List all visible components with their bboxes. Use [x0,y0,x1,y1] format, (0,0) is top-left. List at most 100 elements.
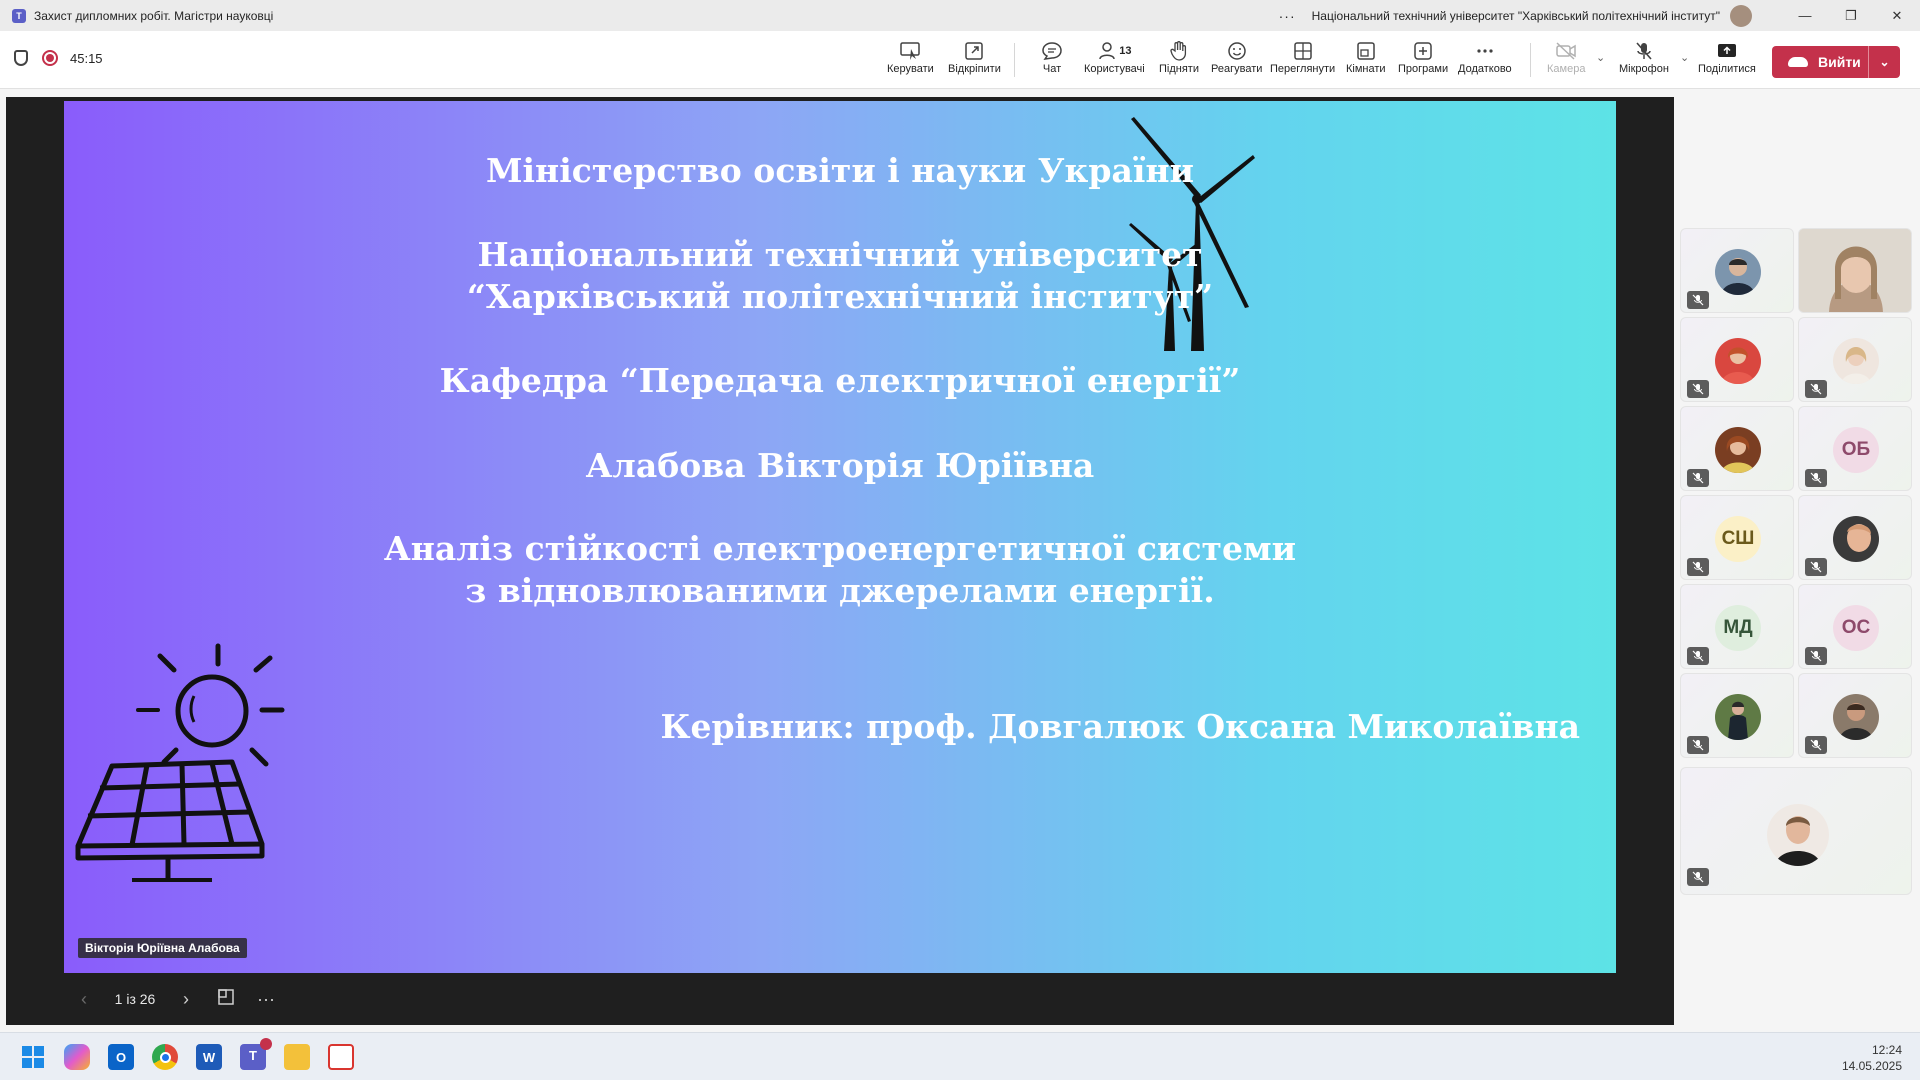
copilot-icon[interactable] [64,1044,90,1070]
slide-page-indicator: 1 із 26 [114,991,156,1007]
rooms-icon [1356,39,1376,63]
participant-avatar [1833,516,1879,562]
raise-hand-button[interactable]: Підняти [1159,39,1199,75]
slide-more-options-icon[interactable]: ··· [246,989,286,1010]
snipping-icon[interactable] [328,1044,354,1070]
phone-hangup-icon [1788,57,1808,67]
participant-tile[interactable] [1680,228,1794,313]
next-slide-icon[interactable]: › [166,989,206,1010]
view-button[interactable]: Переглянути [1270,39,1335,75]
muted-mic-icon [1805,380,1827,398]
muted-mic-icon [1805,647,1827,665]
leave-button[interactable]: Вийти ⌄ [1772,46,1900,78]
participant-avatar [1715,249,1761,295]
participant-initials: МД [1715,605,1761,651]
leave-options-chevron-icon[interactable]: ⌄ [1868,46,1900,78]
outlook-icon[interactable]: O [108,1044,134,1070]
participant-tile[interactable]: МД [1680,584,1794,669]
camera-options-chevron-icon[interactable]: ⌄ [1596,51,1605,64]
mic-options-chevron-icon[interactable]: ⌄ [1680,51,1689,64]
previous-slide-icon[interactable]: ‹ [64,989,104,1010]
system-clock[interactable]: 12:24 14.05.2025 [1842,1042,1902,1074]
slide-thesis-title-2: з відновлюваними джерелами енергії. [465,571,1215,610]
participant-video-tile[interactable] [1798,228,1912,313]
participant-avatar [1715,338,1761,384]
popout-button[interactable]: Відкріпити [948,39,1001,75]
participant-tile[interactable] [1798,317,1912,402]
share-icon [1716,39,1738,63]
chrome-icon[interactable] [152,1044,178,1070]
muted-mic-icon [1687,469,1709,487]
participant-initials: СШ [1715,516,1761,562]
more-icon [1475,39,1495,63]
shield-icon [14,50,28,66]
notification-badge [260,1038,272,1050]
chat-icon [1041,39,1063,63]
participant-tile[interactable] [1798,673,1912,758]
view-icon [1293,39,1313,63]
participant-tile[interactable]: ОС [1798,584,1912,669]
participant-avatar [1833,694,1879,740]
muted-mic-icon [1687,647,1709,665]
organization-name: Національний технічний університет "Харк… [1311,8,1720,23]
slide-institute: “Харківський політехнічний інститут” [466,277,1214,316]
more-button[interactable]: Додатково [1458,39,1512,75]
chat-button[interactable]: Чат [1041,39,1063,75]
solar-panel-icon [75,643,285,882]
explorer-icon[interactable] [284,1044,310,1070]
windows-taskbar: O W T 12:24 14.05.2025 [0,1032,1920,1080]
participant-avatar [1833,338,1879,384]
muted-mic-icon [1687,380,1709,398]
slide-ministry: Міністерство освіти і науки України [485,151,1195,190]
muted-mic-icon [1687,736,1709,754]
presentation-slide: Міністерство освіти і науки України Наці… [64,101,1616,973]
participant-avatar [1715,694,1761,740]
control-button[interactable]: Керувати [887,39,934,75]
account-avatar[interactable] [1730,4,1752,27]
meeting-timer: 45:15 [70,50,103,66]
camera-button[interactable]: Камера [1547,39,1585,75]
word-icon[interactable]: W [196,1044,222,1070]
participant-tile[interactable]: ОБ [1798,406,1912,491]
microphone-button[interactable]: Мікрофон [1619,39,1669,75]
slide-overview-icon[interactable] [206,988,246,1011]
restore-button[interactable]: ❐ [1828,0,1874,31]
people-button[interactable]: 13 Користувачі [1084,39,1145,75]
muted-mic-icon [1687,868,1709,886]
close-button[interactable]: ✕ [1874,0,1920,31]
camera-off-icon [1555,39,1577,63]
toolbar-divider [1014,43,1015,77]
raise-hand-icon [1169,39,1189,63]
more-options-icon[interactable]: ··· [1279,8,1296,24]
apps-button[interactable]: Програми [1398,39,1448,75]
slide-author: Алабова Вікторія Юріївна [585,446,1095,485]
muted-mic-icon [1805,558,1827,576]
react-icon [1227,39,1247,63]
participant-initials: ОБ [1833,427,1879,473]
share-screen-icon [899,39,921,63]
rooms-button[interactable]: Кімнати [1346,39,1386,75]
teams-icon[interactable]: T [240,1038,272,1070]
react-button[interactable]: Реагувати [1211,39,1262,75]
presenter-name-tag: Вікторія Юріївна Алабова [78,938,247,958]
slide-navigation: ‹ 1 із 26 › ··· [64,981,286,1017]
shared-content-stage: Міністерство освіти і науки України Наці… [6,97,1674,1025]
participant-count-badge: 13 [1119,45,1132,57]
slide-department: Кафедра “Передача електричної енергії” [439,361,1241,400]
muted-mic-icon [1805,736,1827,754]
participant-tile[interactable] [1680,317,1794,402]
teams-app-icon: T [12,8,26,23]
participant-tile[interactable] [1680,673,1794,758]
participant-tile-large[interactable] [1680,767,1912,895]
people-icon: 13 [1097,39,1131,63]
start-icon[interactable] [20,1044,46,1070]
meeting-toolbar: 45:15 Керувати Відкріпити Чат 13 Користу… [0,31,1920,89]
recording-icon [42,50,58,66]
participant-tile[interactable] [1798,495,1912,580]
participant-tile[interactable]: СШ [1680,495,1794,580]
slide-thesis-title-1: Аналіз стійкості електроенергетичної сис… [383,529,1297,568]
participant-video [1799,229,1911,312]
share-button[interactable]: Поділитися [1698,39,1756,75]
minimize-button[interactable]: — [1782,0,1828,31]
participant-tile[interactable] [1680,406,1794,491]
